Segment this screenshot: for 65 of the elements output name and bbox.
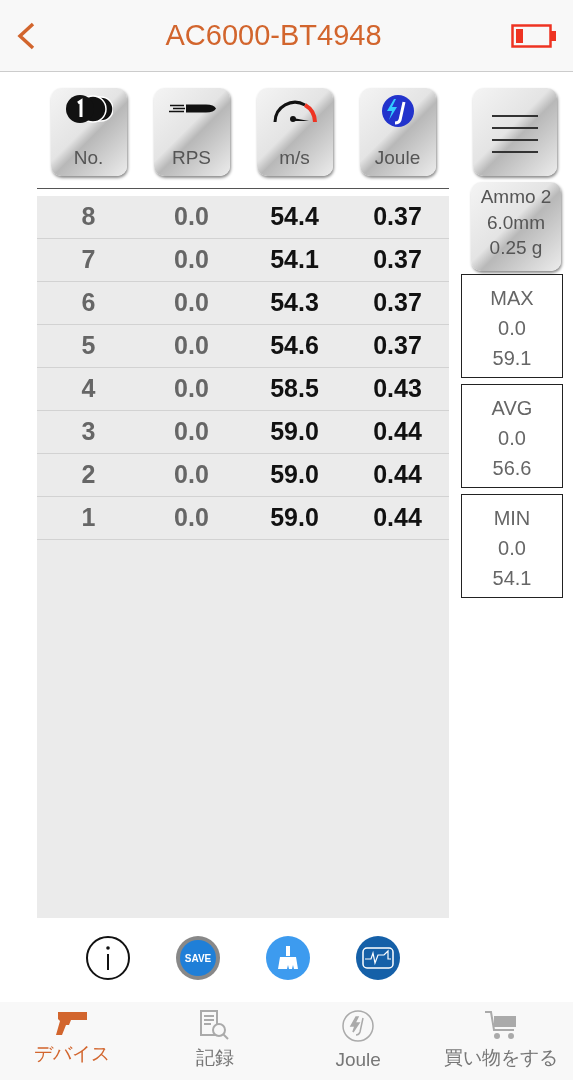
nav-tab[interactable]: 記録 — [143, 1002, 287, 1080]
nav-tab[interactable]: Joule — [286, 1002, 430, 1080]
bullet-icon — [167, 104, 216, 113]
column-button[interactable]: No. — [50, 88, 127, 176]
table-cell-text: 5 — [80, 330, 97, 362]
table-cell-text: 0.0 — [173, 459, 210, 491]
stat-rps: 0.0 — [498, 316, 526, 341]
ammo-button[interactable]: Ammo 2 6.0mm 0.25 g — [471, 182, 561, 271]
table-cell-text: 59.0 — [269, 459, 320, 491]
table-cell-text: 0.37 — [372, 287, 423, 319]
table-cell-text: 0.37 — [372, 201, 423, 233]
table-cell-text: 0.0 — [173, 373, 210, 405]
stat-speed: 59.1 — [492, 346, 532, 371]
table-cell-text: 1 — [80, 502, 97, 534]
table-cell-text: 0.43 — [372, 373, 423, 405]
pistol-icon — [54, 1010, 89, 1036]
table-cell-text: 0.44 — [372, 459, 423, 491]
nav-tab[interactable]: デバイス — [0, 1002, 144, 1080]
coins-icon — [64, 94, 113, 124]
save-icon[interactable]: SAVE — [175, 935, 221, 981]
brush-icon[interactable] — [265, 935, 311, 981]
stat-label: MIN — [493, 506, 531, 531]
menu-button[interactable] — [473, 88, 557, 176]
table-cell-text: 54.1 — [269, 244, 320, 276]
table-cell-text: 4 — [80, 373, 97, 405]
table-cell-text: 54.3 — [269, 287, 320, 319]
table-cell-text: 54.6 — [269, 330, 320, 362]
table-cell-text: 0.44 — [372, 502, 423, 534]
waveform-monitor-icon[interactable] — [355, 935, 401, 981]
table-cell-text: 59.0 — [269, 416, 320, 448]
stat-label: AVG — [491, 396, 533, 421]
table-cell-text: 0.0 — [173, 201, 210, 233]
battery-icon — [511, 22, 557, 49]
cart-icon — [484, 1010, 519, 1040]
stat-rps: 0.0 — [498, 426, 526, 451]
table-cell-text: 0.0 — [173, 330, 210, 362]
table-cell-text: 58.5 — [269, 373, 320, 405]
document-search-icon — [198, 1010, 231, 1040]
column-button[interactable]: Joule — [359, 88, 436, 176]
device-title: AC6000-BT4948 — [165, 17, 382, 53]
table-cell-text: 54.4 — [269, 201, 320, 233]
table-cell-text: 0.37 — [372, 330, 423, 362]
table-cell-text: 0.44 — [372, 416, 423, 448]
info-icon[interactable] — [85, 935, 131, 981]
stat-speed: 54.1 — [492, 566, 532, 591]
table-cell-text: 2 — [80, 459, 97, 491]
table-cell-text: 59.0 — [269, 502, 320, 534]
stat-rps: 0.0 — [498, 536, 526, 561]
table-cell-text: 0.0 — [173, 287, 210, 319]
stat-speed: 56.6 — [492, 456, 532, 481]
table-cell-text: 8 — [80, 201, 97, 233]
column-button[interactable]: m/s — [256, 88, 333, 176]
joule-icon — [342, 1010, 375, 1042]
table-cell-text: 7 — [80, 244, 97, 276]
table-cell-text: 0.0 — [173, 416, 210, 448]
table-cell-text: 0.0 — [173, 502, 210, 534]
column-button[interactable]: RPS — [153, 88, 230, 176]
table-cell-text: 0.0 — [173, 244, 210, 276]
table-cell-text: 6 — [80, 287, 97, 319]
menu-icon — [491, 113, 539, 153]
nav-tab[interactable]: 買い物をする — [429, 1002, 573, 1080]
back-icon[interactable] — [16, 20, 36, 51]
table-cell-text: 3 — [80, 416, 97, 448]
table-cell-text: 0.37 — [372, 244, 423, 276]
stat-label: MAX — [490, 286, 534, 311]
